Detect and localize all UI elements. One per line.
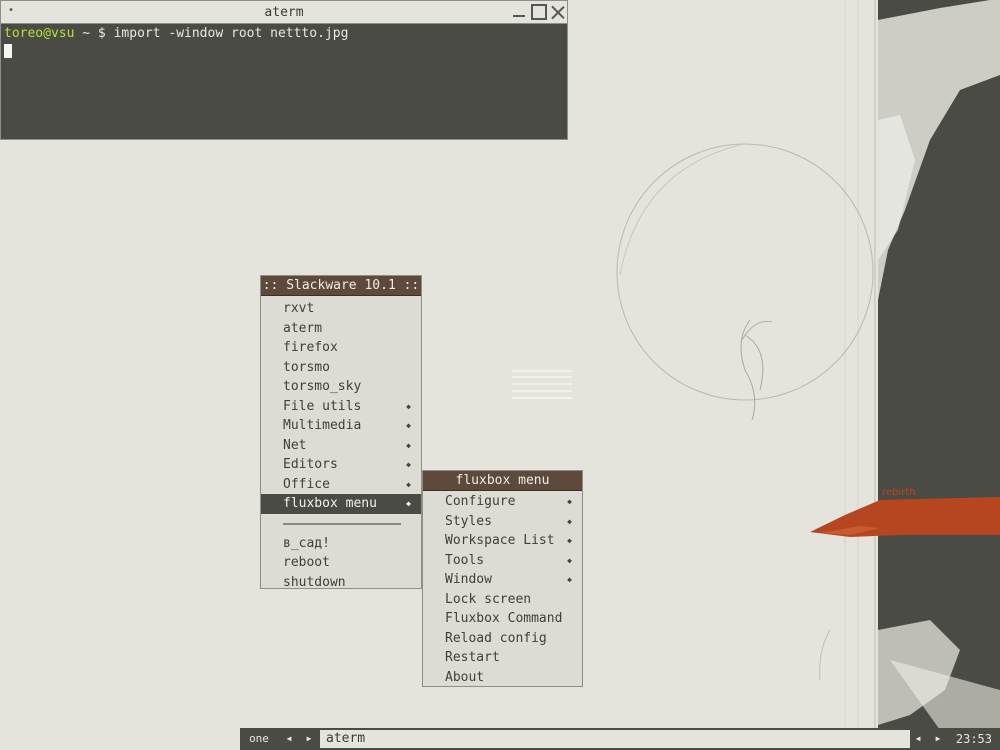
- menu-item-label: File utils: [283, 398, 362, 414]
- menu-item-label: shutdown: [283, 574, 346, 590]
- fluxbox-submenu[interactable]: fluxbox menu Configure ◆ Styles ◆ Workspac…: [422, 470, 583, 687]
- workspace-name[interactable]: one: [240, 728, 278, 750]
- menu-item-multimedia[interactable]: Multimedia ◆: [261, 416, 421, 436]
- submenu-arrow-icon: ◆: [406, 479, 411, 489]
- menu-item-label: Office: [283, 476, 330, 492]
- menu-item-label: Reload config: [445, 630, 547, 646]
- clock: 23:53: [955, 732, 992, 746]
- fluxbox-toolbar[interactable]: one ◀ ▶ aterm ◀ ▶ 23:53: [240, 728, 1000, 750]
- menu-item-label: в_сад!: [283, 535, 330, 551]
- prev-window-icon[interactable]: ◀: [911, 728, 925, 750]
- menu-item-label: fluxbox menu: [283, 496, 377, 511]
- menu-item-label: Workspace List: [445, 533, 555, 548]
- submenu-arrow-icon: ◆: [406, 440, 411, 450]
- root-menu[interactable]: :: Slackware 10.1 :: rxvt aterm firefox …: [260, 275, 422, 590]
- prev-workspace-icon[interactable]: ◀: [282, 728, 296, 750]
- fluxbox-menu-title: fluxbox menu: [423, 471, 582, 491]
- submenu-arrow-icon: ◆: [567, 516, 572, 526]
- menu-item-file-utils[interactable]: File utils ◆: [261, 397, 421, 417]
- maximize-icon[interactable]: [531, 4, 547, 20]
- menu-item-label: Tools: [445, 552, 485, 568]
- menu-item-firefox[interactable]: firefox: [261, 338, 421, 358]
- menu-item-fluxbox-command[interactable]: Fluxbox Command: [423, 609, 582, 629]
- menu-item-aterm[interactable]: aterm: [261, 319, 421, 339]
- menu-item-label: About: [445, 669, 485, 685]
- menu-item-reboot[interactable]: reboot: [261, 553, 421, 573]
- menu-item-label: torsmo: [283, 359, 330, 375]
- text-cursor: [4, 44, 12, 58]
- menu-item-label: Lock screen: [445, 591, 532, 607]
- next-window-icon[interactable]: ▶: [931, 728, 945, 750]
- submenu-arrow-icon: ◆: [567, 555, 572, 565]
- root-menu-title: :: Slackware 10.1 ::: [261, 276, 421, 296]
- menu-item-v-sad[interactable]: в_сад!: [261, 534, 421, 554]
- minimize-icon[interactable]: [511, 4, 527, 20]
- menu-item-workspace-list[interactable]: Workspace List ◆: [423, 531, 582, 551]
- menu-item-about[interactable]: About: [423, 668, 582, 688]
- terminal-output[interactable]: toreo@vsu ~ $ import -window root nettto…: [4, 26, 348, 63]
- terminal-titlebar[interactable]: • aterm: [1, 1, 567, 24]
- submenu-arrow-icon: ◆: [567, 575, 572, 584]
- menu-item-editors[interactable]: Editors ◆: [261, 455, 421, 475]
- menu-item-label: Editors: [283, 457, 338, 472]
- menu-item-net[interactable]: Net ◆: [261, 436, 421, 456]
- menu-item-lock-screen[interactable]: Lock screen: [423, 590, 582, 610]
- menu-item-label: firefox: [283, 340, 338, 355]
- menu-item-label: Restart: [445, 650, 500, 665]
- submenu-arrow-icon: ◆: [406, 421, 411, 430]
- menu-item-label: Multimedia: [283, 418, 362, 433]
- submenu-arrow-icon: ◆: [406, 460, 411, 469]
- menu-item-office[interactable]: Office ◆: [261, 475, 421, 495]
- submenu-arrow-icon: ◆: [406, 401, 411, 411]
- close-icon[interactable]: [550, 4, 566, 20]
- menu-item-restart[interactable]: Restart: [423, 648, 582, 668]
- menu-item-torsmo[interactable]: torsmo: [261, 358, 421, 378]
- command-text: import -window root nettto.jpg: [113, 26, 349, 41]
- menu-item-configure[interactable]: Configure ◆: [423, 492, 582, 512]
- menu-item-tools[interactable]: Tools ◆: [423, 551, 582, 571]
- terminal-title: aterm: [264, 5, 304, 20]
- submenu-arrow-icon: ◆: [567, 497, 572, 506]
- terminal-window[interactable]: • aterm toreo@vsu ~ $ import -window roo…: [0, 0, 568, 140]
- menu-item-label: aterm: [283, 320, 323, 336]
- menu-item-label: reboot: [283, 555, 330, 570]
- menu-item-reload-config[interactable]: Reload config: [423, 629, 582, 649]
- menu-item-shutdown[interactable]: shutdown: [261, 573, 421, 593]
- menu-item-label: Configure: [445, 494, 516, 509]
- menu-item-label: Window: [445, 572, 492, 587]
- menu-item-fluxbox-menu[interactable]: fluxbox menu ◆: [261, 494, 421, 514]
- submenu-arrow-icon: ◆: [567, 536, 572, 545]
- menu-item-label: torsmo_sky: [283, 379, 362, 394]
- prompt-path: ~ $: [74, 26, 114, 41]
- menu-separator: [261, 514, 421, 534]
- menu-item-label: Fluxbox Command: [445, 611, 563, 626]
- menu-item-styles[interactable]: Styles ◆: [423, 512, 582, 532]
- next-workspace-icon[interactable]: ▶: [302, 728, 316, 750]
- taskbar-item-aterm[interactable]: aterm: [320, 730, 910, 748]
- menu-item-window[interactable]: Window ◆: [423, 570, 582, 590]
- menu-item-label: rxvt: [283, 301, 315, 316]
- menu-item-label: Net: [283, 437, 307, 453]
- menu-item-label: Styles: [445, 513, 492, 529]
- menu-item-torsmo-sky[interactable]: torsmo_sky: [261, 377, 421, 397]
- wallpaper-label: rebirth: [882, 487, 916, 498]
- menu-item-rxvt[interactable]: rxvt: [261, 299, 421, 319]
- prompt-user: toreo@vsu: [4, 26, 75, 41]
- submenu-arrow-icon: ◆: [406, 499, 411, 508]
